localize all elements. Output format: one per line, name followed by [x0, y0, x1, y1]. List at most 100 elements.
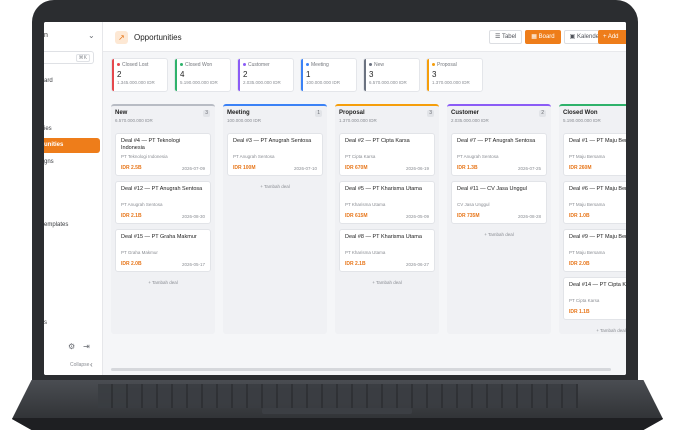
deal-card[interactable]: Deal #15 — PT Graha Makmur PT Graha Makmu…	[115, 229, 211, 272]
add-deal-button[interactable]: + Tambah deal	[115, 278, 211, 288]
deal-value: IDR 2.5B	[121, 165, 142, 171]
stat-amount: 1.345.000.000 IDR	[117, 80, 155, 85]
stat-card[interactable]: Closed Lost 2 1.345.000.000 IDR	[111, 58, 168, 92]
deal-title: Deal #3 — PT Anugrah Sentosa	[233, 138, 312, 144]
chevron-left-icon[interactable]: ‹	[90, 360, 93, 369]
sidebar-item-dashboard[interactable]: ard	[44, 78, 53, 84]
deal-card[interactable]: Deal #11 — CV Jasa Unggul CV Jasa Unggul I…	[451, 181, 547, 224]
column-name: New	[115, 110, 128, 116]
deal-card[interactable]: Deal #8 — PT Kharisma Utama PT Kharisma U…	[339, 229, 435, 272]
deal-card[interactable]: Deal #2 — PT Cipta Karsa PT Cipta Karsa ID…	[339, 133, 435, 176]
screen: n ⌄ ⌘K ard ies unities gns emplates s ⚙ ⇥…	[44, 22, 626, 375]
stat-card[interactable]: Meeting 1 100.000.000 IDR	[300, 58, 357, 92]
deal-date: 2026-08-28	[517, 214, 541, 219]
topbar: ↗ Opportunities ☰ Tabel ▦ Board ▣ Kalend…	[103, 22, 626, 52]
deal-company: PT Cipta Karsa	[569, 298, 600, 303]
gear-icon[interactable]: ⚙	[68, 342, 75, 351]
deal-value: IDR 2.0B	[121, 261, 142, 267]
workspace-name[interactable]: n	[44, 32, 48, 39]
sidebar-item-opportunities[interactable]: unities	[44, 138, 100, 153]
status-dot	[369, 63, 372, 67]
stat-count: 3	[369, 70, 374, 79]
board-column: Closed Won5.190.000.000 IDR4Deal #1 — PT…	[559, 104, 626, 334]
stat-accent-bar	[364, 59, 366, 91]
scrollbar-thumb[interactable]	[111, 368, 611, 371]
deal-title: Deal #14 — PT Cipta Karsa	[569, 282, 626, 288]
stat-label: Proposal	[432, 62, 477, 68]
deal-value: IDR 615M	[345, 213, 368, 219]
deal-company: PT Kharisma Utama	[345, 202, 386, 207]
stat-card[interactable]: Proposal 3 1.370.000.000 IDR	[426, 58, 483, 92]
deal-card[interactable]: Deal #1 — PT Maju Bersama PT Maju Bersama…	[563, 133, 626, 176]
sidebar-item-campaigns[interactable]: gns	[44, 159, 54, 165]
search-shortcut: ⌘K	[75, 54, 90, 62]
stat-amount: 6.570.000.000 IDR	[369, 80, 407, 85]
deal-card[interactable]: Deal #12 — PT Anugrah Sentosa PT Anugrah …	[115, 181, 211, 224]
column-header: Meeting 100.000.000 IDR 1	[227, 110, 323, 128]
deal-card[interactable]: Deal #14 — PT Cipta Karsa PT Cipta Karsa I…	[563, 277, 626, 320]
deal-company: PT Anugrah Sentosa	[121, 202, 163, 207]
status-dot	[243, 63, 246, 67]
logout-icon[interactable]: ⇥	[83, 342, 90, 351]
sidebar-item-templates[interactable]: emplates	[44, 222, 68, 228]
stat-label: Closed Lost	[117, 62, 162, 68]
deal-date: 2026-06-27	[405, 262, 429, 267]
deal-card[interactable]: Deal #3 — PT Anugrah Sentosa PT Anugrah S…	[227, 133, 323, 176]
add-deal-button[interactable]: + Tambah deal	[227, 182, 323, 192]
status-dot	[306, 63, 309, 67]
stat-count: 2	[243, 70, 248, 79]
deal-value: IDR 1.1B	[569, 309, 590, 315]
add-opportunity-button[interactable]: + Add	[598, 30, 626, 44]
horizontal-scrollbar[interactable]	[103, 367, 626, 371]
deal-value: IDR 2.1B	[345, 261, 366, 267]
board-column: Meeting 100.000.000 IDR 1 Deal #3 — PT Anug…	[223, 104, 327, 334]
page-title: Opportunities	[134, 33, 182, 42]
deal-card[interactable]: Deal #9 — PT Maju Bersama PT Maju Bersama…	[563, 229, 626, 272]
laptop-base	[12, 380, 663, 430]
add-deal-button[interactable]: + Tambah deal	[339, 278, 435, 288]
deal-title: Deal #1 — PT Maju Bersama	[569, 138, 626, 144]
deal-title: Deal #11 — CV Jasa Unggul	[457, 186, 527, 192]
stat-accent-bar	[427, 59, 429, 91]
deal-title: Deal #5 — PT Kharisma Utama	[345, 186, 422, 192]
stat-count: 2	[117, 70, 122, 79]
stat-card[interactable]: Customer 2 2.035.000.000 IDR	[237, 58, 294, 92]
board-column: Proposal 1.370.000.000 IDR 3 Deal #2 — PT C…	[335, 104, 439, 334]
stat-label: New	[369, 62, 414, 68]
stat-count: 3	[432, 70, 437, 79]
view-board-button[interactable]: ▦ Board	[525, 30, 561, 44]
stat-card[interactable]: New 3 6.570.000.000 IDR	[363, 58, 420, 92]
chevron-down-icon[interactable]: ⌄	[88, 31, 95, 40]
deal-value: IDR 1.0B	[569, 213, 590, 219]
stat-label: Closed Won	[180, 62, 225, 68]
view-tabel-button[interactable]: ☰ Tabel	[489, 30, 523, 44]
deal-company: PT Kharisma Utama	[345, 250, 386, 255]
deal-card[interactable]: Deal #6 — PT Maju Bersama PT Maju Bersama…	[563, 181, 626, 224]
deal-value: IDR 260M	[569, 165, 592, 171]
stat-label: Customer	[243, 62, 288, 68]
board-column: New 6.570.000.000 IDR 3 Deal #4 — PT Teknol…	[111, 104, 215, 334]
board-column: Customer 2.035.000.000 IDR 2 Deal #7 — PT A…	[447, 104, 551, 334]
stat-card[interactable]: Closed Won 4 5.190.000.000 IDR	[174, 58, 231, 92]
collapse-label[interactable]: Collapse	[70, 362, 89, 368]
sidebar: n ⌄ ⌘K ard ies unities gns emplates s ⚙ ⇥…	[44, 22, 103, 375]
deal-card[interactable]: Deal #7 — PT Anugrah Sentosa PT Anugrah S…	[451, 133, 547, 176]
deal-date: 2026-08-30	[181, 214, 205, 219]
deal-value: IDR 100M	[233, 165, 256, 171]
deal-company: PT Teknologi Indonesia	[121, 154, 168, 159]
add-deal-button[interactable]: + Tambah deal	[451, 230, 547, 240]
deal-card[interactable]: Deal #5 — PT Kharisma Utama PT Kharisma U…	[339, 181, 435, 224]
add-deal-button[interactable]: + Tambah deal	[563, 326, 626, 336]
sidebar-item-companies[interactable]: ies	[44, 126, 52, 132]
deal-date: 2026-07-09	[181, 166, 205, 171]
column-total: 5.190.000.000 IDR	[563, 118, 601, 123]
sidebar-item-settings[interactable]: s	[44, 320, 47, 326]
search-input[interactable]: ⌘K	[44, 51, 94, 64]
deal-card[interactable]: Deal #4 — PT Teknologi Indonesia PT Tekno…	[115, 133, 211, 176]
deal-title: Deal #2 — PT Cipta Karsa	[345, 138, 410, 144]
deal-company: PT Anugrah Sentosa	[233, 154, 275, 159]
deal-date: 2026-05-17	[181, 262, 205, 267]
deal-date: 2026-07-25	[517, 166, 541, 171]
stat-label: Meeting	[306, 62, 351, 68]
deal-title: Deal #15 — PT Graha Makmur	[121, 234, 197, 240]
